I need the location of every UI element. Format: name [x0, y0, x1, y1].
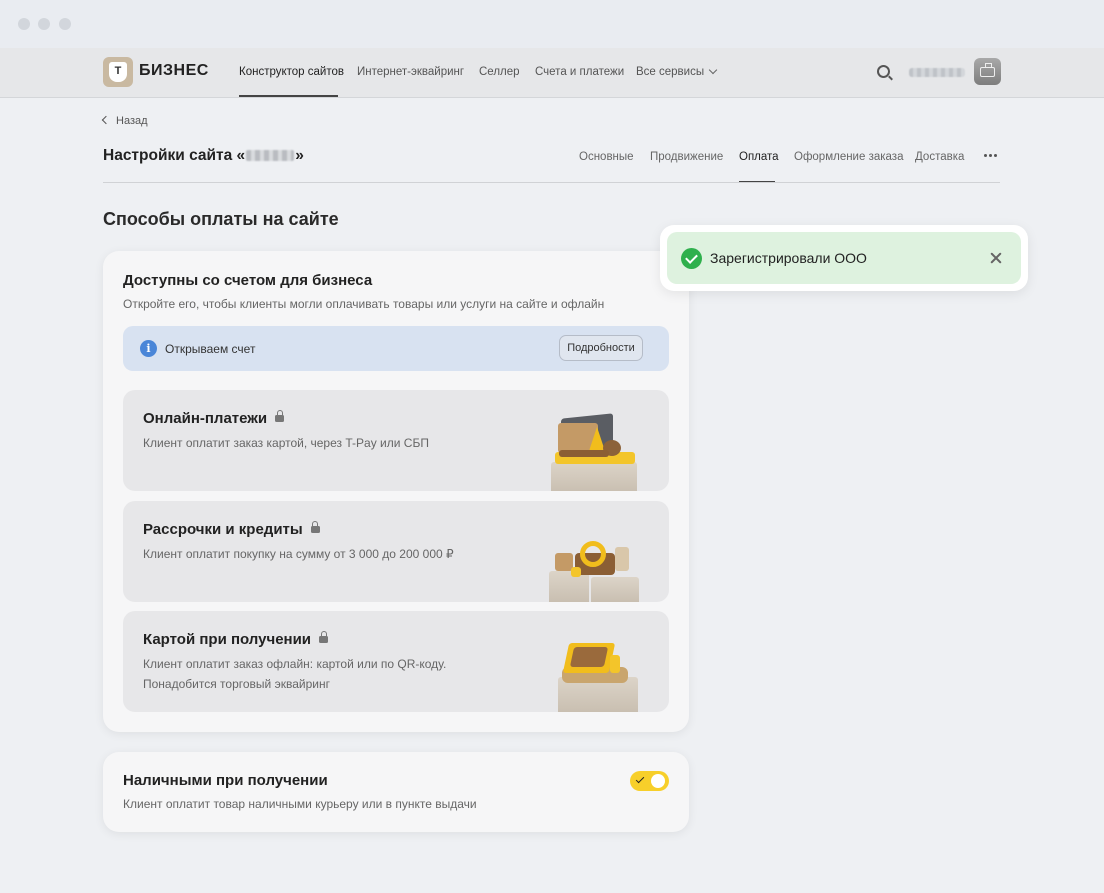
logo-icon[interactable]: T — [103, 57, 133, 87]
toast-notification: Зарегистрировали ООО — [660, 225, 1028, 291]
check-icon — [635, 774, 645, 784]
method-title: Онлайн-платежи — [143, 410, 285, 427]
tab-promotion[interactable]: Продвижение — [650, 151, 723, 163]
lock-icon — [275, 410, 285, 422]
account-opening-text: Открываем счет — [165, 342, 256, 356]
info-icon: i — [140, 340, 157, 357]
chevron-left-icon — [101, 115, 111, 125]
method-description-line-2: Понадобится торговый эквайринг — [143, 677, 330, 691]
lock-icon — [319, 631, 329, 643]
nav-item-all-services-label: Все сервисы — [636, 66, 705, 78]
cash-payment-card: Наличными при получении Клиент оплатит т… — [103, 752, 689, 832]
toggle-knob — [651, 774, 665, 788]
window-maximize-dot[interactable] — [59, 18, 71, 30]
tab-checkout[interactable]: Оформление заказа — [794, 151, 903, 163]
window-close-dot[interactable] — [18, 18, 30, 30]
chevron-down-icon — [708, 65, 718, 75]
logo-letter: T — [109, 62, 127, 82]
cash-payment-toggle[interactable] — [630, 771, 669, 791]
back-link-label: Назад — [116, 115, 148, 127]
nav-item-site-builder[interactable]: Конструктор сайтов — [239, 66, 344, 78]
briefcase-icon — [980, 63, 995, 77]
account-opening-banner: i Открываем счет Подробности — [123, 326, 669, 371]
toast-body: Зарегистрировали ООО — [667, 232, 1021, 284]
tab-payment[interactable]: Оплата — [739, 151, 779, 163]
window-minimize-dot[interactable] — [38, 18, 50, 30]
business-card-subtitle: Откройте его, чтобы клиенты могли оплачи… — [123, 297, 605, 311]
top-navigation: T БИЗНЕС Конструктор сайтов Интернет-экв… — [0, 48, 1104, 98]
nav-item-seller[interactable]: Селлер — [479, 66, 520, 78]
cash-card-title: Наличными при получении — [123, 772, 328, 789]
page-title: Настройки сайта « » — [103, 147, 304, 165]
back-link[interactable]: Назад — [101, 115, 148, 127]
brand-name[interactable]: БИЗНЕС — [139, 62, 209, 80]
business-card-title: Доступны со счетом для бизнеса — [123, 272, 373, 289]
success-check-icon — [681, 248, 702, 269]
section-title: Способы оплаты на сайте — [103, 209, 339, 229]
site-name-blurred — [246, 150, 295, 162]
tab-general[interactable]: Основные — [579, 151, 634, 163]
tabs-divider — [103, 182, 1000, 183]
search-icon[interactable] — [877, 65, 890, 78]
details-button[interactable]: Подробности — [559, 335, 643, 361]
installments-illustration — [543, 537, 643, 602]
nav-item-internet-acquiring[interactable]: Интернет-эквайринг — [357, 66, 464, 78]
toast-message: Зарегистрировали ООО — [710, 250, 867, 266]
page-title-suffix: » — [295, 147, 304, 164]
payment-method-card-on-delivery[interactable]: Картой при получении Клиент оплатит зака… — [123, 611, 669, 712]
online-payment-illustration — [543, 410, 643, 491]
nav-item-all-services[interactable]: Все сервисы — [636, 65, 718, 78]
nav-item-accounts-payments[interactable]: Счета и платежи — [535, 66, 624, 78]
user-name-blurred[interactable] — [909, 68, 965, 77]
page-title-prefix: Настройки сайта « — [103, 147, 246, 164]
close-icon[interactable] — [989, 251, 1003, 265]
payment-method-installments[interactable]: Рассрочки и кредиты Клиент оплатит покуп… — [123, 501, 669, 602]
tab-delivery[interactable]: Доставка — [915, 151, 964, 163]
more-icon[interactable] — [984, 154, 998, 158]
method-title: Картой при получении — [143, 631, 329, 648]
card-terminal-illustration — [548, 637, 643, 712]
avatar[interactable] — [974, 58, 1001, 85]
nav-active-indicator — [239, 95, 338, 97]
cash-card-subtitle: Клиент оплатит товар наличными курьеру и… — [123, 797, 477, 811]
payment-method-online[interactable]: Онлайн-платежи Клиент оплатит заказ карт… — [123, 390, 669, 491]
method-description: Клиент оплатит заказ картой, через T-Pay… — [143, 436, 429, 450]
window-titlebar — [0, 0, 1104, 48]
method-description-line-1: Клиент оплатит заказ офлайн: картой или … — [143, 657, 447, 671]
method-description: Клиент оплатит покупку на сумму от 3 000… — [143, 547, 454, 561]
lock-icon — [310, 521, 320, 533]
method-title: Рассрочки и кредиты — [143, 521, 320, 538]
